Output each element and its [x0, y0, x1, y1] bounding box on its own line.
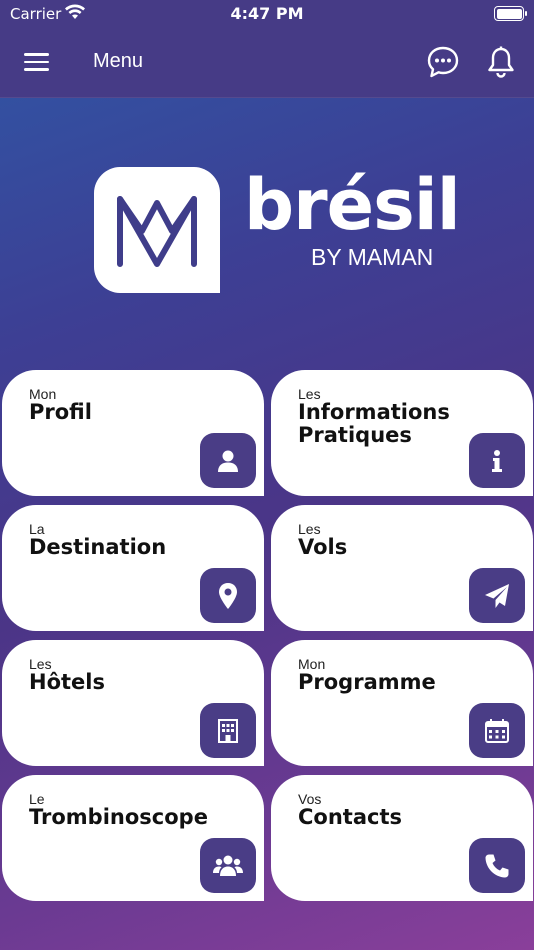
card-title: Vols	[298, 535, 348, 559]
card-informations-pratiques[interactable]: Les Informations Pratiques	[271, 370, 533, 496]
bell-icon[interactable]	[484, 45, 518, 79]
brand-logo: brésil BY MAMAN	[0, 98, 534, 368]
status-bar: Carrier 4:47 PM	[0, 0, 534, 28]
card-title: Trombinoscope	[29, 805, 208, 829]
building-icon	[200, 703, 256, 758]
map-pin-icon	[200, 568, 256, 623]
battery-icon	[494, 6, 527, 21]
card-destination[interactable]: La Destination	[2, 505, 264, 631]
card-title: Contacts	[298, 805, 402, 829]
page-title: Menu	[93, 50, 144, 72]
brand-name: brésil	[244, 164, 461, 246]
phone-icon	[469, 838, 525, 893]
users-icon	[200, 838, 256, 893]
card-hotels[interactable]: Les Hôtels	[2, 640, 264, 766]
card-title: Hôtels	[29, 670, 105, 694]
card-programme[interactable]: Mon Programme	[271, 640, 533, 766]
calendar-icon	[469, 703, 525, 758]
paper-plane-icon	[469, 568, 525, 623]
user-icon	[200, 433, 256, 488]
card-profil[interactable]: Mon Profil	[2, 370, 264, 496]
info-icon	[469, 433, 525, 488]
card-title: Profil	[29, 400, 92, 424]
chat-icon[interactable]	[426, 45, 460, 79]
card-contacts[interactable]: Vos Contacts	[271, 775, 533, 901]
card-title: Destination	[29, 535, 167, 559]
status-time: 4:47 PM	[230, 4, 304, 23]
top-bar: Carrier 4:47 PM Menu	[0, 0, 534, 98]
card-vols[interactable]: Les Vols	[271, 505, 533, 631]
logo-icon	[94, 167, 220, 293]
menu-icon[interactable]	[24, 53, 49, 71]
card-title: Programme	[298, 670, 436, 694]
card-trombinoscope[interactable]: Le Trombinoscope	[2, 775, 264, 901]
brand-subtitle: BY MAMAN	[311, 244, 434, 270]
